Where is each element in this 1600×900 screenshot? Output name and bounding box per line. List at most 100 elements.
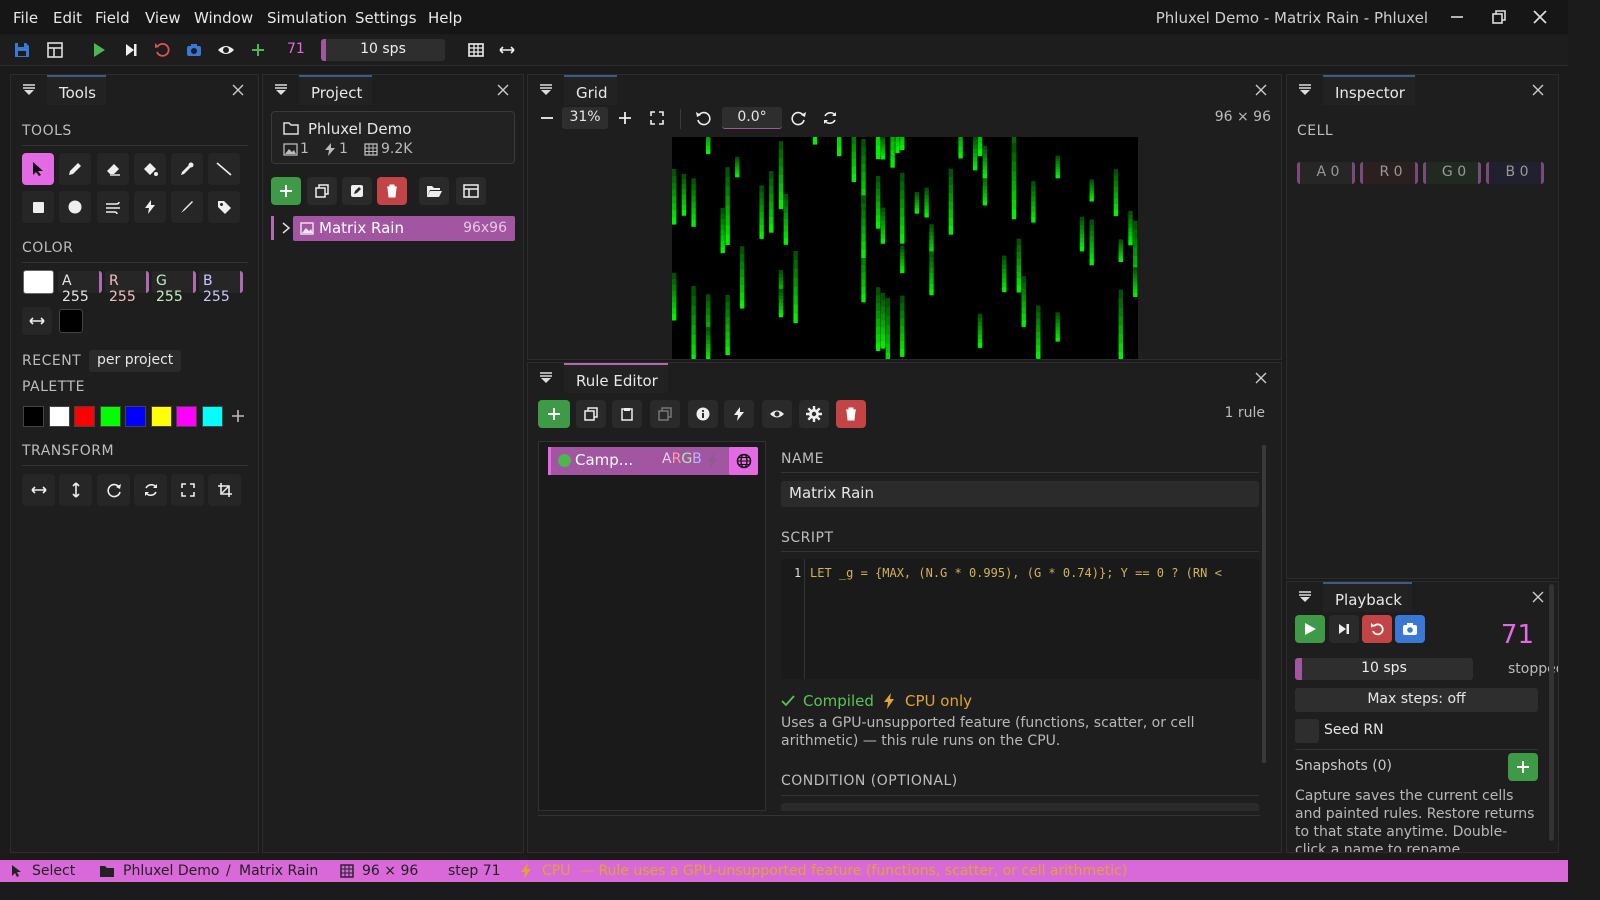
capture-button[interactable] [1395,615,1425,643]
rectangle-tool-button[interactable] [22,191,54,223]
restore-button[interactable] [1490,8,1510,26]
flip-vertical-button[interactable] [59,474,92,506]
rule-backend-button[interactable] [724,400,754,428]
menu-settings[interactable]: Settings [355,9,417,27]
tab-inspector[interactable]: Inspector [1323,75,1415,105]
flip-horizontal-button[interactable] [22,474,55,506]
palette-swatch[interactable] [176,406,197,427]
brush-tool-button[interactable] [171,191,203,223]
step-button[interactable] [122,41,140,59]
close-panel-icon[interactable] [232,84,244,96]
duplicate-rule-button[interactable] [576,400,606,428]
zoom-out-icon[interactable] [540,111,554,125]
channel-g[interactable]: G 255 [152,271,196,305]
tag-tool-button[interactable] [208,191,240,223]
seed-checkbox[interactable] [1295,719,1319,743]
fit-view-icon[interactable] [649,110,665,126]
secondary-color-swatch[interactable] [59,309,83,333]
save-button[interactable] [13,41,31,59]
line-tool-button[interactable] [208,153,240,185]
palette-swatch[interactable] [99,406,121,427]
close-panel-icon[interactable] [1255,84,1267,96]
grid-toggle-button[interactable] [467,41,485,59]
form-scrollbar[interactable] [1262,445,1266,763]
zoom-input[interactable]: 31% [562,107,608,129]
rotation-input[interactable]: 0.0° [722,107,782,129]
menu-file[interactable]: File [13,9,38,27]
tab-playback[interactable]: Playback [1323,582,1412,612]
speed-slider[interactable]: 10 sps [321,39,445,61]
gradient-tool-button[interactable] [97,191,129,223]
zoom-in-icon[interactable] [618,111,632,125]
menu-simulation[interactable]: Simulation [267,9,347,27]
condition-input[interactable] [781,803,1259,811]
panel-menu-icon[interactable] [23,84,35,96]
step-button[interactable] [1329,615,1359,643]
panel-menu-icon[interactable] [540,84,552,96]
pencil-tool-button[interactable] [59,153,91,185]
tab-rule-editor[interactable]: Rule Editor [564,363,668,393]
fullscreen-button[interactable] [171,474,204,506]
reset-rotation-icon[interactable] [822,110,838,126]
palette-swatch[interactable] [48,406,70,427]
tab-tools[interactable]: Tools [47,75,106,105]
close-window-button[interactable] [1531,8,1551,26]
reset-button[interactable] [1362,615,1392,643]
panel-menu-icon[interactable] [1299,84,1311,96]
rotate-ccw-icon[interactable] [695,110,711,126]
new-image-button[interactable] [271,177,301,205]
palette-swatch[interactable] [23,406,44,427]
swap-colors-button[interactable] [22,307,52,335]
duplicate-image-button[interactable] [307,177,337,205]
menu-help[interactable]: Help [428,9,462,27]
menu-view[interactable]: View [145,9,181,27]
rotate-cw-icon[interactable] [791,110,807,126]
play-button[interactable] [1295,615,1325,643]
rule-info-button[interactable] [688,400,718,428]
tab-project[interactable]: Project [299,75,373,105]
add-button[interactable] [249,41,267,59]
project-card[interactable]: Phluxel Demo 1 1 9.2K [271,111,515,164]
rule-settings-button[interactable] [799,400,829,428]
rotate-button[interactable] [97,474,130,506]
panel-menu-icon[interactable] [275,84,287,96]
capture-button[interactable] [185,41,203,59]
playback-scrollbar[interactable] [1549,584,1554,841]
paste-rule-button[interactable] [650,400,680,428]
copy-rule-button[interactable] [612,400,642,428]
close-panel-icon[interactable] [1532,591,1544,603]
tab-grid[interactable]: Grid [564,75,618,105]
primary-color-swatch[interactable] [23,270,54,294]
crop-button[interactable] [208,474,241,506]
rule-paint-tool-button[interactable] [134,191,166,223]
tree-item-matrix-rain[interactable]: Matrix Rain 96x96 [293,216,515,241]
speed-slider[interactable]: 10 sps [1295,658,1473,680]
preview-rule-button[interactable] [762,400,792,428]
reset-button[interactable] [153,41,171,59]
eyedropper-tool-button[interactable] [171,153,203,185]
delete-image-button[interactable] [377,177,407,205]
close-panel-icon[interactable] [497,84,509,96]
rule-name-input[interactable]: Matrix Rain [781,481,1259,507]
open-folder-button[interactable] [419,177,449,205]
minimize-button[interactable] [1448,8,1468,26]
panel-menu-icon[interactable] [1299,591,1311,603]
view-button[interactable] [217,41,235,59]
channel-r[interactable]: R 255 [105,271,149,305]
palette-swatch[interactable] [125,406,146,427]
play-button[interactable] [90,41,108,59]
channel-a[interactable]: A 255 [58,271,102,305]
menu-edit[interactable]: Edit [53,9,82,27]
palette-swatch[interactable] [150,406,172,427]
fit-width-button[interactable] [498,41,516,59]
panel-menu-icon[interactable] [540,372,552,384]
palette-swatch[interactable] [201,406,223,427]
menu-field[interactable]: Field [95,9,130,27]
project-tree-button[interactable] [46,41,64,59]
ellipse-tool-button[interactable] [59,191,91,223]
delete-rule-button[interactable] [836,400,866,428]
palette-swatch[interactable] [74,406,95,427]
rotate-180-button[interactable] [134,474,167,506]
recent-scope-chip[interactable]: per project [89,350,182,372]
add-palette-color-button[interactable] [230,408,246,424]
